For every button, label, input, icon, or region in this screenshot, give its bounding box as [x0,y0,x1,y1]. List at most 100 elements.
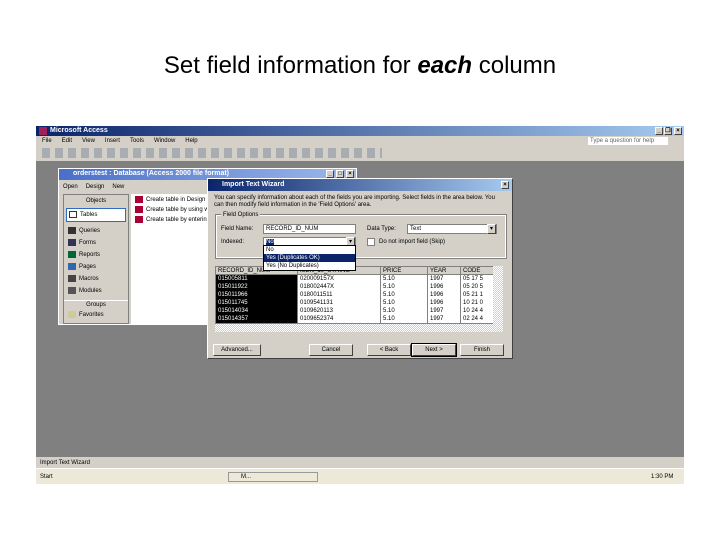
grid-cell: 1996 [430,284,444,290]
object-forms[interactable]: Forms [64,237,128,249]
taskbar-item-access[interactable]: M... [228,472,318,482]
design-button[interactable]: Design [86,183,105,191]
wizard-close-button[interactable]: × [501,181,509,189]
form-icon [68,239,76,247]
grid-cell: 015011745 [218,300,248,306]
skip-checkbox[interactable] [367,238,375,246]
indexed-option-no[interactable]: No [264,246,355,254]
horizontal-scrollbar[interactable] [215,324,503,332]
field-name-label: Field Name: [221,226,254,232]
skip-label: Do not import field (Skip) [379,239,446,245]
grid-cell: 0109652374 [300,316,334,322]
grid-cell: 015005811 [218,276,248,282]
data-preview-grid[interactable]: RECORD_ID_NUM 015005811 015011922 015011966… [215,266,501,324]
object-tables[interactable]: Tables [66,208,126,223]
grid-cell: 0109620113 [300,308,333,314]
object-reports[interactable]: Reports [64,249,128,261]
grid-cell: 10 21 0 [463,300,484,306]
data-type-select[interactable]: Text ▾ [407,224,497,234]
db-minimize-button[interactable]: _ [326,170,334,178]
group-favorites[interactable]: Favorites [64,309,128,321]
taskbar: Start M... 1:30 PM [36,468,684,484]
chevron-down-icon[interactable]: ▾ [487,224,496,234]
toolbar-icons[interactable] [42,148,382,158]
grid-column[interactable]: YEAR 1997 1996 1996 1996 1997 1997 [428,267,461,323]
object-pages[interactable]: Pages [64,261,128,273]
grid-cell: 5.10 [383,316,395,322]
grid-column[interactable]: RECORD_ID_NUM 015005811 015011922 015011966… [216,267,298,323]
import-text-wizard: Import Text Wizard × You can specify inf… [207,178,513,359]
query-icon [68,227,76,235]
object-queries[interactable]: Queries [64,225,128,237]
grid-column[interactable]: PRICE 5.10 5.10 5.10 5.10 5.10 5.10 [381,267,428,323]
title-text: Set field information for [163,52,418,79]
menu-bar: File Edit View Insert Tools Window Help [42,137,198,145]
menu-tools[interactable]: Tools [130,137,144,145]
grid-cell: 018002447X [300,284,335,290]
page-icon [68,263,76,271]
close-button[interactable]: × [674,127,682,135]
clock: 1:30 PM [651,474,674,480]
grid-cell: 0180011511 [300,292,333,298]
new-button[interactable]: New [112,183,124,191]
grid-cell: 05 20 5 [463,284,484,290]
grid-cell: 1997 [430,316,444,322]
db-toolbar: Open Design New [63,183,124,191]
finish-button[interactable]: Finish [460,344,504,356]
object-macros[interactable]: Macros [64,273,128,285]
menu-insert[interactable]: Insert [105,137,120,145]
column-header[interactable]: YEAR [428,267,460,275]
grid-cell: 05 21 1 [463,292,484,298]
cancel-button[interactable]: Cancel [309,344,353,356]
help-search-input[interactable]: Type a question for help [588,137,668,145]
status-bar: Import Text Wizard [40,460,90,466]
objects-header: Objects [85,198,107,204]
wizard-intro: You can specify information about each o… [214,195,495,208]
wizard-title: Import Text Wizard [222,181,285,188]
grid-cell: 10 24 4 [463,308,484,314]
db-maximize-button[interactable]: □ [336,170,344,178]
grid-cell: 0109541131 [300,300,333,306]
grid-cell: 5.10 [383,308,395,314]
access-titlebar: Microsoft Access _ ❐ × [36,126,684,136]
back-button[interactable]: < Back [367,344,411,356]
open-button[interactable]: Open [63,183,78,191]
next-button[interactable]: Next > [411,343,457,357]
menu-edit[interactable]: Edit [62,137,72,145]
grid-cell: 015014034 [218,308,249,314]
menu-help[interactable]: Help [185,137,197,145]
column-header[interactable]: CODE [461,267,493,275]
grid-column[interactable]: ISBN_10_STRING 020009157X 018002447X 018001… [298,267,381,323]
module-icon [68,287,76,295]
column-header[interactable]: PRICE [381,267,427,275]
access-logo-icon [39,127,47,135]
grid-cell: 1996 [430,300,444,306]
restore-button[interactable]: ❐ [664,127,672,135]
field-name-input[interactable]: RECORD_ID_NUM [263,224,356,234]
grid-cell: 05 17 5 [463,276,484,282]
grid-column[interactable]: CODE 05 17 5 05 20 5 05 21 1 10 21 0 10 24 4 0… [461,267,494,323]
field-options-group: Field Options Field Name: RECORD_ID_NUM … [215,211,507,259]
menu-window[interactable]: Window [154,137,175,145]
start-button[interactable]: Start [40,473,53,481]
db-close-button[interactable]: × [346,170,354,178]
indexed-dropdown: No Yes (Duplicates OK) Yes (No Duplicate… [263,245,356,271]
minimize-button[interactable]: _ [655,127,663,135]
grid-cell: 02 24 4 [463,316,484,322]
menu-file[interactable]: File [42,137,52,145]
vertical-scrollbar[interactable] [493,266,503,324]
table-icon [69,211,77,218]
grid-cell: 1997 [430,308,444,314]
advanced-button[interactable]: Advanced... [213,344,261,356]
slide-title: Set field information for each column [0,52,720,80]
field-options-label: Field Options [221,211,261,219]
data-type-label: Data Type: [367,226,396,232]
access-title: Microsoft Access [50,127,108,134]
menu-view[interactable]: View [82,137,95,145]
indexed-option-no-duplicates[interactable]: Yes (No Duplicates) [264,262,355,270]
grid-cell: 5.10 [383,300,395,306]
grid-cell: 020009157X [300,276,335,282]
table-wizard-icon [135,196,143,203]
indexed-option-duplicates-ok[interactable]: Yes (Duplicates OK) [264,254,355,262]
object-modules[interactable]: Modules [64,285,128,297]
